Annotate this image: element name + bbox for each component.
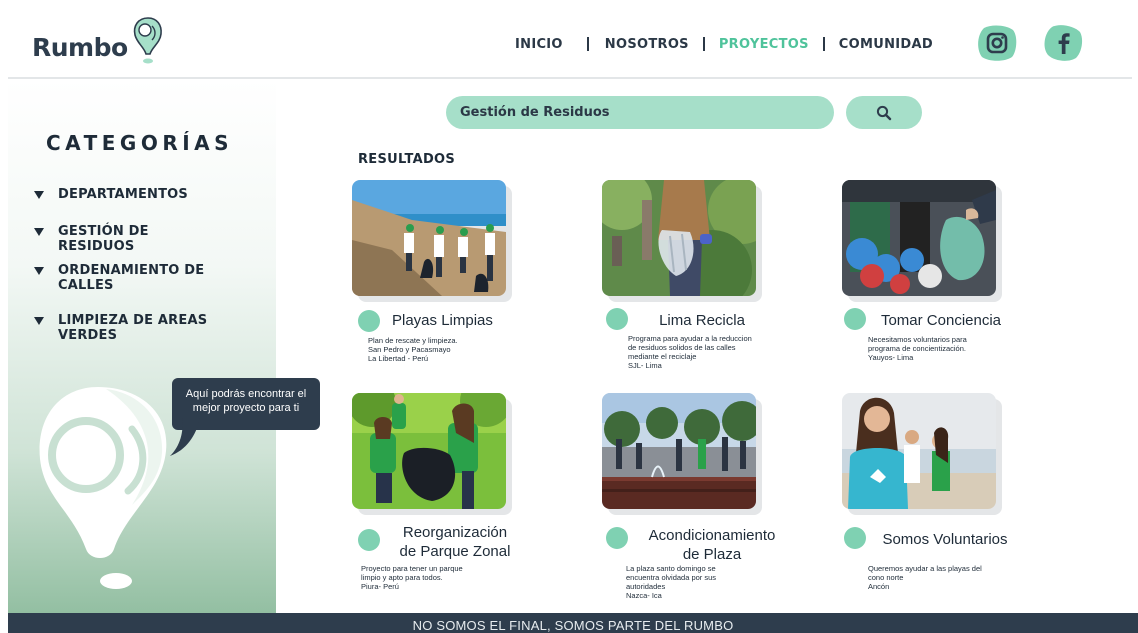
project-card[interactable]: Acondicionamiento de Plaza La plaza sant… [602,393,832,613]
category-departamentos[interactable]: DEPARTAMENTOS [34,187,218,202]
project-card[interactable]: Somos Voluntarios Queremos ayudar a las … [842,393,1072,613]
card-title[interactable]: Tomar Conciencia [876,311,1006,330]
project-card[interactable]: Tomar Conciencia Necesitamos voluntarios… [842,180,1072,400]
logo-text: Rumbo [32,33,128,62]
card-description: Programa para ayudar a la reduccion de r… [628,334,752,370]
nav-divider [822,37,825,51]
card-title[interactable]: Acondicionamiento de Plaza [632,526,792,564]
footer: NO SOMOS EL FINAL, SOMOS PARTE DEL RUMBO [8,613,1138,633]
card-title[interactable]: Lima Recicla [642,311,762,330]
category-label: GESTIÓN DE RESIDUOS [58,224,149,254]
speech-bubble-tail [170,418,200,456]
card-title[interactable]: Playas Limpias [392,311,502,330]
card-description: Queremos ayudar a las playas del cono no… [868,564,982,591]
card-description: Plan de rescate y limpieza. San Pedro y … [368,336,458,363]
category-label: LIMPIEZA DE AREAS VERDES [58,313,208,343]
card-bullet [358,529,380,551]
caret-down-icon [34,228,44,236]
card-bullet [606,527,628,549]
results-title: RESULTADOS [358,152,456,167]
logo[interactable]: Rumbo [32,16,166,66]
caret-down-icon [34,191,44,199]
plaza-photo[interactable] [602,393,756,509]
card-description: La plaza santo domingo se encuentra olvi… [626,564,717,600]
mascot-pin-illustration [39,387,167,589]
search-input[interactable] [446,96,834,129]
category-ordenamiento-calles[interactable]: ORDENAMIENTO DE CALLES [34,263,208,293]
header: Rumbo INICIO NOSOTROS PROYECTOS COMUNIDA… [0,0,1138,78]
waste-sorting-photo[interactable] [842,180,996,296]
nav-inicio[interactable]: INICIO [515,37,563,52]
nav-divider [702,37,705,51]
caret-down-icon [34,317,44,325]
nav-proyectos[interactable]: PROYECTOS [719,37,809,52]
category-label: DEPARTAMENTOS [58,187,188,202]
card-title[interactable]: Somos Voluntarios [880,530,1010,549]
categories-title: CATEGORÍAS [46,131,234,155]
search-button[interactable] [846,96,922,129]
project-card[interactable]: Lima Recicla Programa para ayudar a la r… [602,180,832,400]
location-pin-icon [133,17,162,64]
facebook-icon[interactable] [1042,24,1084,62]
project-card[interactable]: Playas Limpias Plan de rescate y limpiez… [352,180,582,400]
recycling-volunteer-photo[interactable] [602,180,756,296]
nav-divider [586,37,589,51]
category-limpieza-areas-verdes[interactable]: LIMPIEZA DE AREAS VERDES [34,313,208,343]
card-description: Necesitamos voluntarios para programa de… [868,335,967,362]
card-description: Proyecto para tener un parque limpio y a… [361,564,463,591]
main-nav: INICIO NOSOTROS PROYECTOS COMUNIDAD [515,34,933,54]
card-bullet [844,308,866,330]
nav-nosotros[interactable]: NOSOTROS [605,37,689,52]
nav-comunidad[interactable]: COMUNIDAD [839,37,933,52]
park-volunteers-photo[interactable] [352,393,506,509]
category-gestion-residuos[interactable]: GESTIÓN DE RESIDUOS [34,224,218,254]
caret-down-icon [34,267,44,275]
volunteers-beach-photo[interactable] [842,393,996,509]
beach-cleanup-photo[interactable] [352,180,506,296]
footer-tagline: NO SOMOS EL FINAL, SOMOS PARTE DEL RUMBO [412,618,734,633]
project-card[interactable]: Reorganización de Parque Zonal Proyecto … [352,393,582,613]
card-bullet [358,310,380,332]
sidebar: CATEGORÍAS DEPARTAMENTOS GESTIÓN DE RESI… [8,79,320,613]
instagram-icon[interactable] [976,24,1018,62]
card-title[interactable]: Reorganización de Parque Zonal [390,523,520,561]
search-icon [876,105,892,120]
category-label: ORDENAMIENTO DE CALLES [58,263,205,293]
card-bullet [606,308,628,330]
card-bullet [844,527,866,549]
